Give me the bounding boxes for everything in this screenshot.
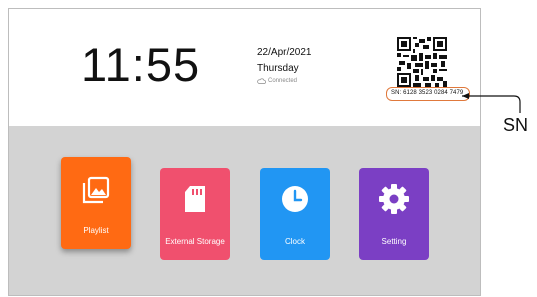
gear-icon <box>379 184 409 214</box>
status-header: 11:55 22/Apr/2021 Thursday Connected SN:… <box>9 9 480 126</box>
serial-number-highlight: SN: 6128 3523 0284 7479 <box>386 87 470 101</box>
app-label-playlist: Playlist <box>83 226 109 235</box>
current-time: 11:55 <box>81 38 201 91</box>
app-tile-setting[interactable]: Setting <box>359 168 429 260</box>
callout-label-sn: SN <box>503 115 529 135</box>
app-label-external-storage: External Storage <box>165 237 225 246</box>
app-tile-external-storage[interactable]: External Storage <box>160 168 230 260</box>
qr-code[interactable] <box>397 37 447 87</box>
connection-status: Connected <box>257 78 297 84</box>
clock-icon <box>282 186 308 212</box>
app-label-setting: Setting <box>381 237 407 246</box>
cloud-icon <box>257 78 266 84</box>
connection-status-label: Connected <box>268 78 298 84</box>
app-launcher: Playlist External Storage Clock Setting <box>9 126 480 295</box>
current-weekday: Thursday <box>257 63 299 74</box>
serial-number: SN: 6128 3523 0284 7479 <box>391 90 464 96</box>
app-label-clock: Clock <box>284 237 305 246</box>
current-date: 22/Apr/2021 <box>257 47 312 58</box>
device-screen: 11:55 22/Apr/2021 Thursday Connected SN:… <box>8 8 481 296</box>
sd-card-icon <box>185 186 205 212</box>
photos-icon <box>82 176 110 204</box>
app-tile-playlist[interactable]: Playlist <box>61 157 131 249</box>
app-tile-clock[interactable]: Clock <box>260 168 330 260</box>
